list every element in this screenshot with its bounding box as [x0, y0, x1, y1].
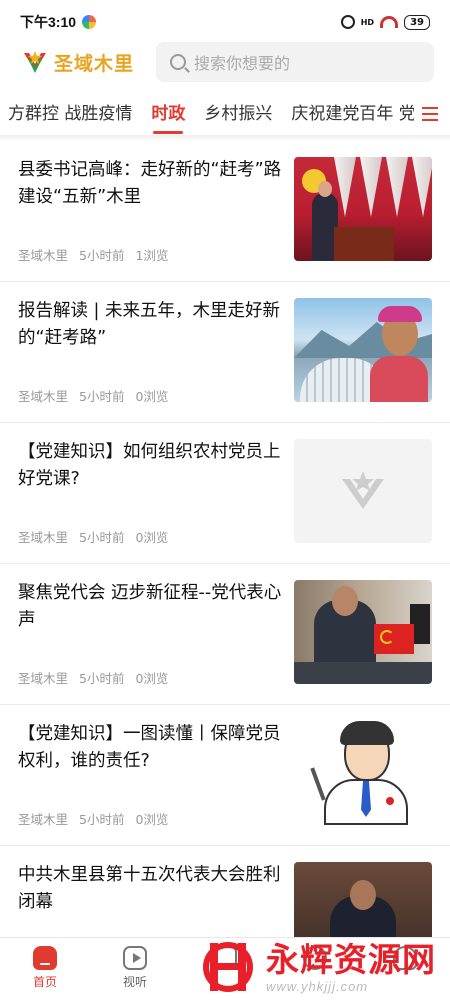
news-views: 0浏览: [135, 530, 169, 545]
news-list: 县委书记高峰：走好新的“赶考”路 建设“五新”木里 圣域木里 5小时前 1浏览 …: [0, 141, 450, 987]
news-meta: 圣域木里 5小时前 0浏览: [18, 527, 168, 546]
search-input[interactable]: 搜索你想要的: [156, 42, 434, 82]
news-meta: 圣域木里 5小时前 0浏览: [18, 668, 168, 687]
status-time: 下午3:10: [20, 14, 77, 30]
news-body: 聚焦党代会 迈步新征程--党代表心声 圣域木里 5小时前 0浏览: [18, 580, 294, 704]
news-thumbnail: [294, 157, 432, 261]
nav-item-5[interactable]: [360, 938, 450, 1000]
news-title: 报告解读 | 未来五年，木里走好新的“赶考路”: [18, 301, 281, 348]
category-tabs: 方群控 战胜疫情 时政 乡村振兴 庆祝建党百年 党: [0, 94, 450, 134]
alarm-icon: [340, 15, 355, 29]
news-thumbnail: [294, 580, 432, 684]
list-item[interactable]: 聚焦党代会 迈步新征程--党代表心声 圣域木里 5小时前 0浏览: [0, 564, 450, 705]
news-time: 5小时前: [79, 389, 125, 404]
search-icon: [170, 54, 187, 70]
news-source: 圣域木里: [18, 812, 69, 827]
news-title: 中共木里县第十五次代表大会胜利闭幕: [18, 865, 281, 912]
news-source: 圣域木里: [18, 389, 69, 404]
tab-epidemic[interactable]: 方群控 战胜疫情: [8, 94, 132, 134]
list-item[interactable]: 【党建知识】如何组织农村党员上好党课? 圣域木里 5小时前 0浏览: [0, 423, 450, 564]
news-views: 0浏览: [135, 389, 169, 404]
news-source: 圣域木里: [18, 248, 69, 263]
bottom-nav: 首页 视听: [0, 937, 450, 1000]
news-meta: 圣域木里 5小时前 0浏览: [18, 809, 168, 828]
news-source: 圣域木里: [18, 671, 69, 686]
wifi-icon: [380, 16, 399, 28]
news-title: 【党建知识】如何组织农村党员上好党课?: [18, 442, 281, 489]
news-views: 0浏览: [135, 812, 169, 827]
play-icon: [123, 946, 147, 970]
app-logo[interactable]: 圣域木里: [22, 49, 134, 76]
news-body: 报告解读 | 未来五年，木里走好新的“赶考路” 圣域木里 5小时前 0浏览: [18, 298, 294, 422]
battery-indicator: 39: [404, 14, 430, 30]
news-body: 【党建知识】一图读懂丨保障党员权利，谁的责任? 圣域木里 5小时前 0浏览: [18, 721, 294, 845]
app-notification-icon: [82, 15, 97, 29]
nav-home-label: 首页: [32, 975, 57, 989]
news-time: 5小时前: [79, 812, 125, 827]
nav-video[interactable]: 视听: [90, 938, 180, 1000]
grid-icon: [303, 946, 327, 970]
list-item[interactable]: 【党建知识】一图读懂丨保障党员权利，谁的责任? 圣域木里 5小时前 0浏览: [0, 705, 450, 846]
home-icon: [33, 946, 57, 970]
news-title: 县委书记高峰：走好新的“赶考”路 建设“五新”木里: [18, 160, 282, 207]
list-item[interactable]: 报告解读 | 未来五年，木里走好新的“赶考路” 圣域木里 5小时前 0浏览: [0, 282, 450, 423]
news-body: 县委书记高峰：走好新的“赶考”路 建设“五新”木里 圣域木里 5小时前 1浏览: [18, 157, 294, 281]
status-icons: HD 39: [340, 14, 430, 30]
app-name: 圣域木里: [54, 52, 135, 75]
news-thumbnail: [294, 439, 432, 543]
news-meta: 圣域木里 5小时前 1浏览: [18, 245, 168, 264]
news-title: 【党建知识】一图读懂丨保障党员权利，谁的责任?: [18, 724, 281, 771]
news-thumbnail: [294, 298, 432, 402]
menu-icon[interactable]: [414, 94, 446, 134]
search-placeholder: 搜索你想要的: [194, 54, 291, 73]
news-time: 5小时前: [79, 530, 125, 545]
hd-label: HD: [360, 17, 375, 27]
logo-icon: [24, 51, 46, 73]
nav-video-label: 视听: [122, 975, 147, 989]
news-title: 聚焦党代会 迈步新征程--党代表心声: [18, 583, 282, 630]
news-body: 【党建知识】如何组织农村党员上好党课? 圣域木里 5小时前 0浏览: [18, 439, 294, 563]
nav-home[interactable]: 首页: [0, 938, 90, 1000]
user-icon: [393, 946, 417, 970]
news-time: 5小时前: [79, 671, 125, 686]
app-header: 圣域木里 搜索你想要的: [0, 40, 450, 84]
news-source: 圣域木里: [18, 530, 69, 545]
tab-track: 方群控 战胜疫情 时政 乡村振兴 庆祝建党百年 党: [0, 94, 414, 134]
box-icon: [213, 946, 237, 970]
status-bar: 下午3:10 HD 39: [0, 0, 450, 44]
news-thumbnail: [294, 721, 432, 825]
news-time: 5小时前: [79, 248, 125, 263]
placeholder-logo-icon: [342, 471, 384, 509]
news-meta: 圣域木里 5小时前 0浏览: [18, 386, 168, 405]
tab-party-centenary[interactable]: 庆祝建党百年 党: [291, 94, 414, 134]
news-views: 1浏览: [135, 248, 169, 263]
nav-item-3[interactable]: [180, 938, 270, 1000]
tab-rural-revitalization[interactable]: 乡村振兴: [204, 94, 272, 134]
tab-politics[interactable]: 时政: [151, 94, 185, 134]
nav-item-4[interactable]: [270, 938, 360, 1000]
news-views: 0浏览: [135, 671, 169, 686]
list-item[interactable]: 县委书记高峰：走好新的“赶考”路 建设“五新”木里 圣域木里 5小时前 1浏览: [0, 141, 450, 282]
